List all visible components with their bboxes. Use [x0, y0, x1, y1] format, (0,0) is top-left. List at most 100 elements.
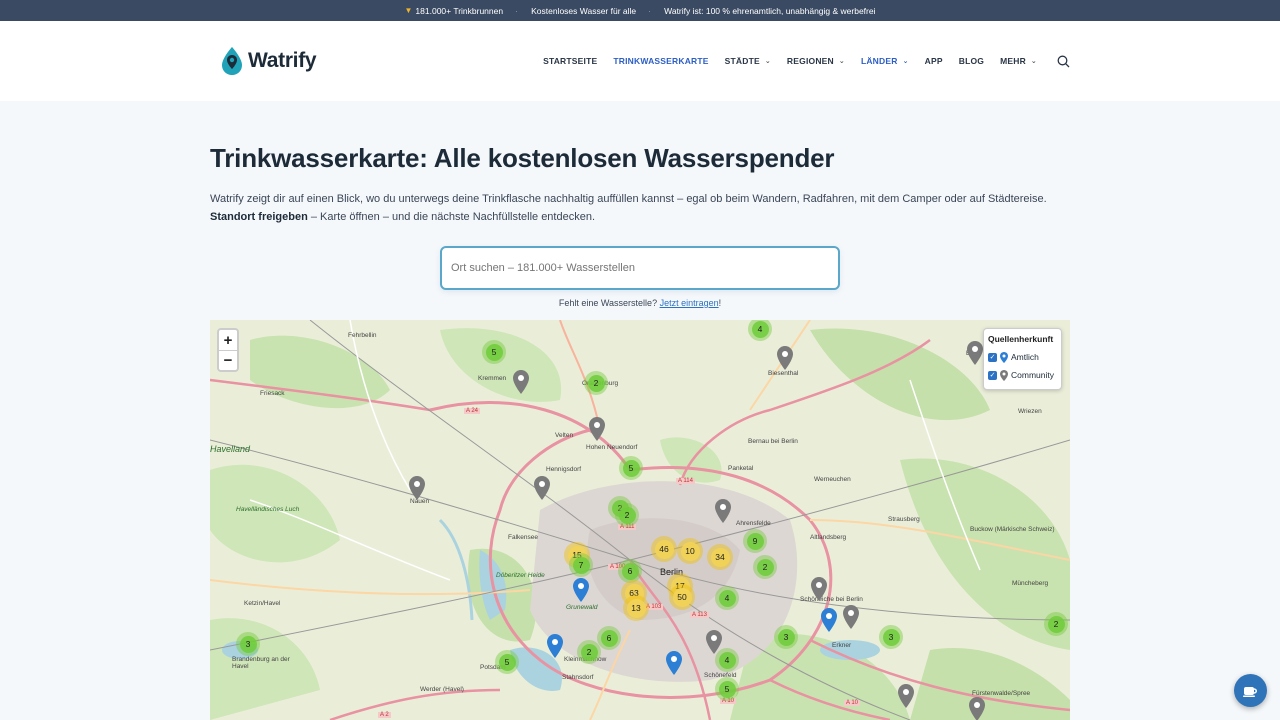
- map-legend: Quellenherkunft ✓ Amtlich ✓ Community: [983, 328, 1062, 390]
- place-label: Wriezen: [1018, 408, 1042, 415]
- intro-text: Watrify zeigt dir auf einen Blick, wo du…: [210, 193, 1047, 223]
- place-label: Erkner: [832, 642, 852, 649]
- marker-cluster[interactable]: 34: [707, 544, 733, 570]
- marker-cluster[interactable]: 50: [669, 584, 695, 610]
- support-chat-button[interactable]: [1234, 674, 1267, 707]
- checkbox-checked-icon[interactable]: ✓: [988, 352, 997, 362]
- nav-item-startseite[interactable]: STARTSEITE: [543, 56, 597, 66]
- region-label: Havelländisches Luch: [236, 506, 300, 513]
- zoom-out-button[interactable]: −: [219, 350, 237, 370]
- water-drop-icon: ▼: [404, 6, 413, 15]
- gray-pin-icon: [1000, 369, 1008, 381]
- place-label: Stahnsdorf: [562, 674, 594, 681]
- nav-item-trinkwasserkarte[interactable]: TRINKWASSERKARTE: [613, 56, 708, 66]
- search-icon[interactable]: [1057, 55, 1070, 68]
- community-pin-icon[interactable]: [843, 605, 859, 629]
- road-label: A 114: [676, 478, 695, 484]
- community-pin-icon[interactable]: [777, 346, 793, 370]
- place-label: Falkensee: [508, 534, 538, 541]
- place-label: Schöneiche bei Berlin: [800, 596, 863, 603]
- official-pin-icon[interactable]: [573, 578, 589, 602]
- zoom-in-button[interactable]: +: [219, 330, 237, 350]
- marker-cluster[interactable]: 2: [753, 555, 777, 579]
- marker-cluster[interactable]: 3: [774, 625, 798, 649]
- main-content: Trinkwasserkarte: Alle kostenlosen Wasse…: [0, 143, 1280, 308]
- marker-cluster[interactable]: 2: [577, 640, 601, 664]
- legend-official[interactable]: ✓ Amtlich: [988, 348, 1057, 366]
- place-label: Velten: [555, 432, 574, 439]
- place-label: Friesack: [260, 390, 285, 397]
- main-nav: STARTSEITE TRINKWASSERKARTE STÄDTE ⌄ REGI…: [543, 55, 1070, 68]
- place-label: Brandenburg an der Havel: [232, 656, 290, 670]
- announcement-item: Kostenloses Wasser für alle: [515, 6, 650, 16]
- chevron-down-icon: ⌄: [902, 58, 909, 65]
- marker-cluster[interactable]: 5: [482, 340, 506, 364]
- place-label: Ketzin/Havel: [244, 600, 281, 607]
- community-pin-icon[interactable]: [589, 417, 605, 441]
- marker-cluster[interactable]: 5: [715, 677, 739, 701]
- location-search-input[interactable]: [440, 246, 840, 290]
- logo[interactable]: Watrify: [220, 46, 317, 76]
- map-tiles[interactable]: [210, 320, 1070, 720]
- nav-item-staedte[interactable]: STÄDTE ⌄: [725, 56, 771, 66]
- chevron-down-icon: ⌄: [838, 58, 845, 65]
- marker-cluster[interactable]: 2: [1044, 612, 1068, 636]
- community-pin-icon[interactable]: [534, 476, 550, 500]
- nav-item-blog[interactable]: BLOG: [959, 56, 984, 66]
- community-pin-icon[interactable]: [706, 630, 722, 654]
- nav-item-regionen[interactable]: REGIONEN ⌄: [787, 56, 845, 66]
- community-pin-icon[interactable]: [409, 476, 425, 500]
- announcement-bar: ▼181.000+ Trinkbrunnen Kostenloses Wasse…: [0, 0, 1280, 21]
- official-pin-icon[interactable]: [666, 651, 682, 675]
- marker-cluster[interactable]: 9: [743, 529, 767, 553]
- marker-cluster[interactable]: 3: [879, 625, 903, 649]
- add-location-link[interactable]: Jetzt eintragen: [660, 298, 719, 308]
- official-pin-icon[interactable]: [821, 608, 837, 632]
- place-label: Hennigsdorf: [546, 466, 582, 473]
- marker-cluster[interactable]: 5: [495, 650, 519, 674]
- water-map[interactable]: + − Quellenherkunft ✓ Amtlich ✓ Communit…: [210, 320, 1070, 720]
- marker-cluster[interactable]: 46: [651, 536, 677, 562]
- marker-cluster[interactable]: 3: [236, 632, 260, 656]
- road-label: A 2: [378, 712, 391, 718]
- nav-item-mehr[interactable]: MEHR ⌄: [1000, 56, 1037, 66]
- logo-drop-icon: [222, 47, 242, 75]
- legend-title: Quellenherkunft: [988, 334, 1054, 344]
- marker-cluster[interactable]: 2: [615, 503, 639, 527]
- site-header: Watrify STARTSEITE TRINKWASSERKARTE STÄD…: [0, 21, 1280, 101]
- community-pin-icon[interactable]: [967, 341, 983, 365]
- marker-cluster[interactable]: 2: [584, 371, 608, 395]
- community-pin-icon[interactable]: [811, 577, 827, 601]
- place-label: Werder (Havel): [420, 686, 464, 693]
- legend-community[interactable]: ✓ Community: [988, 366, 1057, 384]
- place-label: Altlandsberg: [810, 534, 847, 541]
- place-label: Buckow (Märkische Schweiz): [970, 526, 1055, 533]
- marker-cluster[interactable]: 4: [715, 586, 739, 610]
- marker-cluster[interactable]: 13: [623, 595, 649, 621]
- checkbox-checked-icon[interactable]: ✓: [988, 370, 997, 380]
- road-label: A 10: [844, 700, 861, 706]
- chevron-down-icon: ⌄: [1030, 58, 1037, 65]
- zoom-controls: + −: [217, 328, 239, 372]
- place-label: Werneuchen: [814, 476, 851, 483]
- community-pin-icon[interactable]: [715, 499, 731, 523]
- place-label: Fehrbellin: [348, 332, 377, 339]
- nav-item-app[interactable]: APP: [925, 56, 943, 66]
- place-label: Kremmen: [478, 375, 507, 382]
- place-label: Biesenthal: [768, 370, 799, 377]
- marker-cluster[interactable]: 7: [569, 553, 593, 577]
- place-label: Müncheberg: [1012, 580, 1049, 587]
- community-pin-icon[interactable]: [513, 370, 529, 394]
- missing-location-hint: Fehlt eine Wasserstelle? Jetzt eintragen…: [558, 298, 722, 308]
- place-label: Hohen Neuendorf: [586, 444, 638, 451]
- community-pin-icon[interactable]: [969, 697, 985, 720]
- location-search: Fehlt eine Wasserstelle? Jetzt eintragen…: [440, 246, 840, 308]
- road-label: A 113: [690, 612, 709, 618]
- community-pin-icon[interactable]: [898, 684, 914, 708]
- chevron-down-icon: ⌄: [764, 58, 771, 65]
- marker-cluster[interactable]: 5: [619, 456, 643, 480]
- nav-item-laender[interactable]: LÄNDER ⌄: [861, 56, 909, 66]
- marker-cluster[interactable]: 6: [597, 626, 621, 650]
- marker-cluster[interactable]: 10: [677, 538, 703, 564]
- official-pin-icon[interactable]: [547, 634, 563, 658]
